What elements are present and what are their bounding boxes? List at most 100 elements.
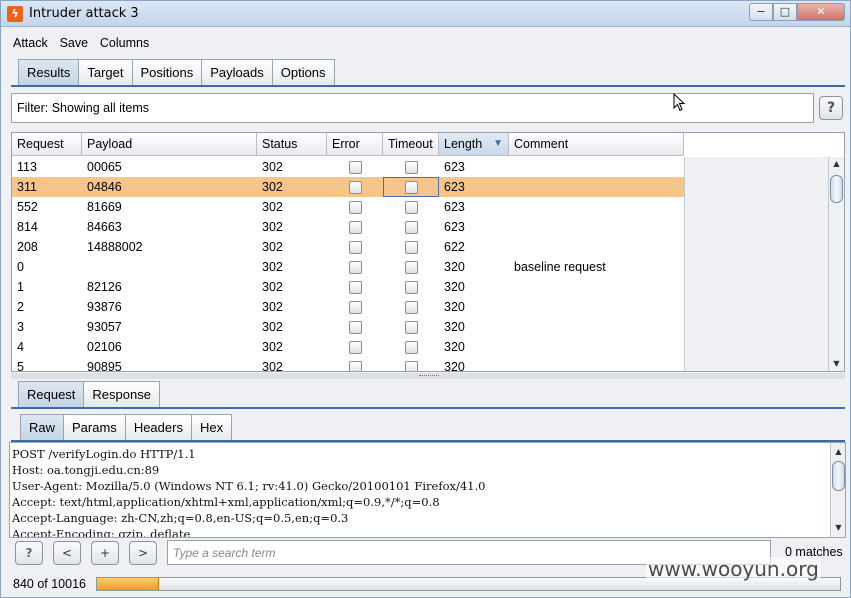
column-header-payload[interactable]: Payload bbox=[82, 133, 257, 156]
table-row[interactable]: 552 81669 302 623 bbox=[12, 197, 684, 217]
splitter-grip-icon bbox=[419, 375, 439, 377]
cell-status: 302 bbox=[262, 220, 283, 234]
window-title: Intruder attack 3 bbox=[29, 6, 139, 21]
table-row[interactable]: 4 02106 302 320 bbox=[12, 337, 684, 357]
tab-results[interactable]: Results bbox=[18, 59, 80, 85]
cell-payload: 93876 bbox=[87, 300, 122, 314]
cell-length: 320 bbox=[444, 280, 465, 294]
accept-header-line: Accept: text/html,application/xhtml+xml,… bbox=[12, 495, 440, 509]
search-help-button[interactable]: ? bbox=[15, 541, 43, 565]
table-row[interactable]: 1 82126 302 320 bbox=[12, 277, 684, 297]
table-row[interactable]: 113 00065 302 623 bbox=[12, 157, 684, 177]
cell-status: 302 bbox=[262, 340, 283, 354]
checkbox-icon bbox=[348, 280, 362, 294]
tab-raw[interactable]: Raw bbox=[20, 414, 65, 440]
cell-length: 320 bbox=[444, 260, 465, 274]
cell-request: 3 bbox=[17, 320, 24, 334]
cell-error-checkbox bbox=[327, 257, 383, 277]
cell-comment bbox=[509, 337, 684, 357]
cell-status: 302 bbox=[262, 260, 283, 274]
table-body: 113 00065 302 623 311 04846 302 623 552 81669 302 6… bbox=[12, 157, 684, 372]
filter-bar[interactable]: Filter: Showing all items bbox=[11, 93, 814, 123]
burp-app-icon: ϟ bbox=[7, 6, 23, 22]
cell-request: 552 bbox=[17, 200, 38, 214]
checkbox-icon bbox=[348, 240, 362, 254]
cell-error-checkbox bbox=[327, 317, 383, 337]
editor-scroll-down-arrow-icon[interactable]: ▼ bbox=[831, 521, 845, 535]
table-row[interactable]: 3 93057 302 320 bbox=[12, 317, 684, 337]
tab-request[interactable]: Request bbox=[18, 381, 85, 407]
table-row[interactable]: 208 14888002 302 622 bbox=[12, 237, 684, 257]
cell-length: 320 bbox=[444, 320, 465, 334]
search-add-button[interactable]: + bbox=[91, 541, 119, 565]
tab-headers[interactable]: Headers bbox=[124, 414, 192, 440]
tab-hex[interactable]: Hex bbox=[190, 414, 233, 440]
column-header-timeout[interactable]: Timeout bbox=[383, 133, 439, 156]
cell-length: 622 bbox=[444, 240, 465, 254]
scroll-down-arrow-icon[interactable]: ▼ bbox=[829, 357, 844, 371]
pane-splitter[interactable] bbox=[11, 373, 845, 379]
cell-payload: 14888002 bbox=[87, 240, 143, 254]
checkbox-icon bbox=[404, 300, 418, 314]
checkbox-icon bbox=[404, 200, 418, 214]
request-line: POST /verifyLogin.do HTTP/1.1 bbox=[12, 447, 196, 461]
progress-count: 840 of 10016 bbox=[13, 577, 86, 591]
column-header-status[interactable]: Status bbox=[257, 133, 327, 156]
column-header-request[interactable]: Request bbox=[12, 133, 82, 156]
menu-save[interactable]: Save bbox=[56, 31, 93, 55]
close-button[interactable]: ✕ bbox=[797, 3, 845, 21]
table-row[interactable]: 0 302 320 baseline request bbox=[12, 257, 684, 277]
checkbox-icon bbox=[404, 160, 418, 174]
checkbox-icon bbox=[404, 280, 418, 294]
checkbox-icon bbox=[404, 240, 418, 254]
accept-language-header-line: Accept-Language: zh-CN,zh;q=0.8,en-US;q=… bbox=[12, 511, 349, 525]
tab-response[interactable]: Response bbox=[83, 381, 160, 407]
cell-status: 302 bbox=[262, 280, 283, 294]
filter-help-button[interactable]: ? bbox=[819, 96, 843, 120]
cell-timeout-checkbox bbox=[383, 277, 439, 297]
tab-params[interactable]: Params bbox=[63, 414, 126, 440]
checkbox-icon bbox=[348, 360, 362, 371]
column-header-error[interactable]: Error bbox=[327, 133, 383, 156]
cell-payload: 82126 bbox=[87, 280, 122, 294]
checkbox-icon bbox=[404, 220, 418, 234]
cell-payload bbox=[82, 257, 257, 277]
cell-comment bbox=[509, 317, 684, 337]
minimize-button[interactable]: − bbox=[749, 3, 773, 21]
title-bar[interactable]: ϟ Intruder attack 3 − □ ✕ bbox=[1, 1, 850, 27]
cell-length: 320 bbox=[444, 360, 465, 372]
table-empty-area bbox=[684, 157, 830, 371]
cell-payload: 90895 bbox=[87, 360, 122, 372]
checkbox-icon bbox=[348, 320, 362, 334]
sort-descending-icon: ▼ bbox=[493, 138, 503, 149]
table-row[interactable]: 2 93876 302 320 bbox=[12, 297, 684, 317]
results-vertical-scrollbar[interactable]: ▲ ▼ bbox=[828, 157, 844, 371]
tab-payloads[interactable]: Payloads bbox=[201, 59, 273, 85]
editor-scroll-thumb[interactable] bbox=[832, 461, 845, 491]
mouse-cursor-icon bbox=[673, 93, 686, 112]
maximize-button[interactable]: □ bbox=[773, 3, 797, 21]
tab-positions[interactable]: Positions bbox=[131, 59, 203, 85]
editor-scroll-up-arrow-icon[interactable]: ▲ bbox=[831, 445, 845, 459]
menu-attack[interactable]: Attack bbox=[9, 31, 52, 55]
column-header-comment[interactable]: Comment bbox=[509, 133, 684, 156]
cell-payload: 93057 bbox=[87, 320, 122, 334]
cell-timeout-checkbox bbox=[383, 297, 439, 317]
scroll-thumb[interactable] bbox=[830, 175, 843, 203]
cell-comment bbox=[509, 217, 684, 237]
cell-request: 2 bbox=[17, 300, 24, 314]
editor-vertical-scrollbar[interactable]: ▲ ▼ bbox=[830, 443, 845, 537]
tab-target[interactable]: Target bbox=[78, 59, 133, 85]
table-row[interactable]: 311 04846 302 623 bbox=[12, 177, 684, 197]
column-header-length[interactable]: Length ▼ bbox=[439, 133, 509, 156]
scroll-up-arrow-icon[interactable]: ▲ bbox=[829, 157, 844, 171]
table-row[interactable]: 814 84663 302 623 bbox=[12, 217, 684, 237]
search-next-button[interactable]: > bbox=[129, 541, 157, 565]
table-row[interactable]: 5 90895 302 320 bbox=[12, 357, 684, 372]
tab-options[interactable]: Options bbox=[271, 59, 335, 85]
cell-error-checkbox bbox=[327, 157, 383, 177]
menu-columns[interactable]: Columns bbox=[96, 31, 153, 55]
raw-request-editor[interactable]: POST /verifyLogin.do HTTP/1.1 Host: oa.t… bbox=[9, 442, 846, 538]
search-previous-button[interactable]: < bbox=[53, 541, 81, 565]
cell-status: 302 bbox=[262, 180, 283, 194]
